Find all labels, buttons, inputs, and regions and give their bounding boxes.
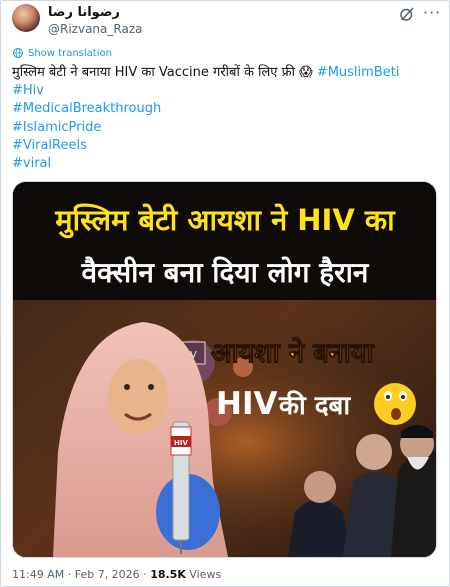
hashtag-link[interactable]: #Hiv [12, 82, 442, 100]
tweet-first-line: मुस्लिम बेटी ने बनाया HIV का Vaccine गरी… [12, 64, 442, 82]
views-label: Views [189, 568, 222, 581]
tweet-text-line: मुस्लिम बेटी ने बनाया HIV का Vaccine गरी… [12, 65, 313, 80]
user-handle[interactable]: @Rizvana_Raza [48, 22, 142, 36]
eye [148, 384, 154, 390]
headline-line-2: वैक्सीन बना दिया लोग हैरान [81, 256, 370, 289]
face [108, 359, 168, 435]
translate-icon [13, 48, 23, 58]
views-count: 18.5K [150, 568, 186, 581]
tweet-time[interactable]: 11:49 AM [12, 568, 64, 581]
separator: · [67, 568, 72, 581]
hashtag-link[interactable]: #MuslimBeti [317, 65, 400, 80]
show-translation-label: Show translation [28, 47, 112, 59]
hashtag-link[interactable]: #ViralReels [12, 137, 442, 155]
tweet-date[interactable]: Feb 7, 2026 [75, 568, 140, 581]
hashtag-link[interactable]: #MedicalBreakthrough [12, 100, 442, 118]
tweet-metadata: 11:49 AM · Feb 7, 2026 · 18.5K Views [12, 568, 221, 581]
hashtag-link[interactable]: #viral [12, 155, 442, 173]
person-head [356, 434, 392, 470]
callout-line-2-text: की दबा [278, 390, 351, 421]
more-options-icon[interactable]: ··· [423, 3, 441, 22]
separator: · [143, 568, 147, 581]
eye [124, 384, 130, 390]
headline-line-1: मुस्लिम बेटी आयशा ने HIV का [54, 203, 396, 239]
callout-line-2-hiv: HIV [216, 386, 277, 422]
grok-icon[interactable] [398, 5, 416, 23]
display-name[interactable]: رضوانا رضا [48, 5, 120, 20]
avatar[interactable] [12, 4, 40, 32]
vial-label: HIV [174, 439, 188, 447]
show-translation-link[interactable]: Show translation [12, 47, 112, 59]
media-image[interactable]: मुस्लिम बेटी आयशा ने HIV का वैक्सीन बना … [12, 181, 437, 558]
thumbnail-graphic: मुस्लिम बेटी आयशा ने HIV का वैक्सीन बना … [13, 182, 436, 557]
callout-line-1: आयशा ने बनाया [211, 337, 374, 369]
tweet-text: मुस्लिम बेटी ने बनाया HIV का Vaccine गरी… [12, 64, 442, 173]
hashtag-link[interactable]: #IslamicPride [12, 119, 442, 137]
person-head [304, 471, 336, 503]
